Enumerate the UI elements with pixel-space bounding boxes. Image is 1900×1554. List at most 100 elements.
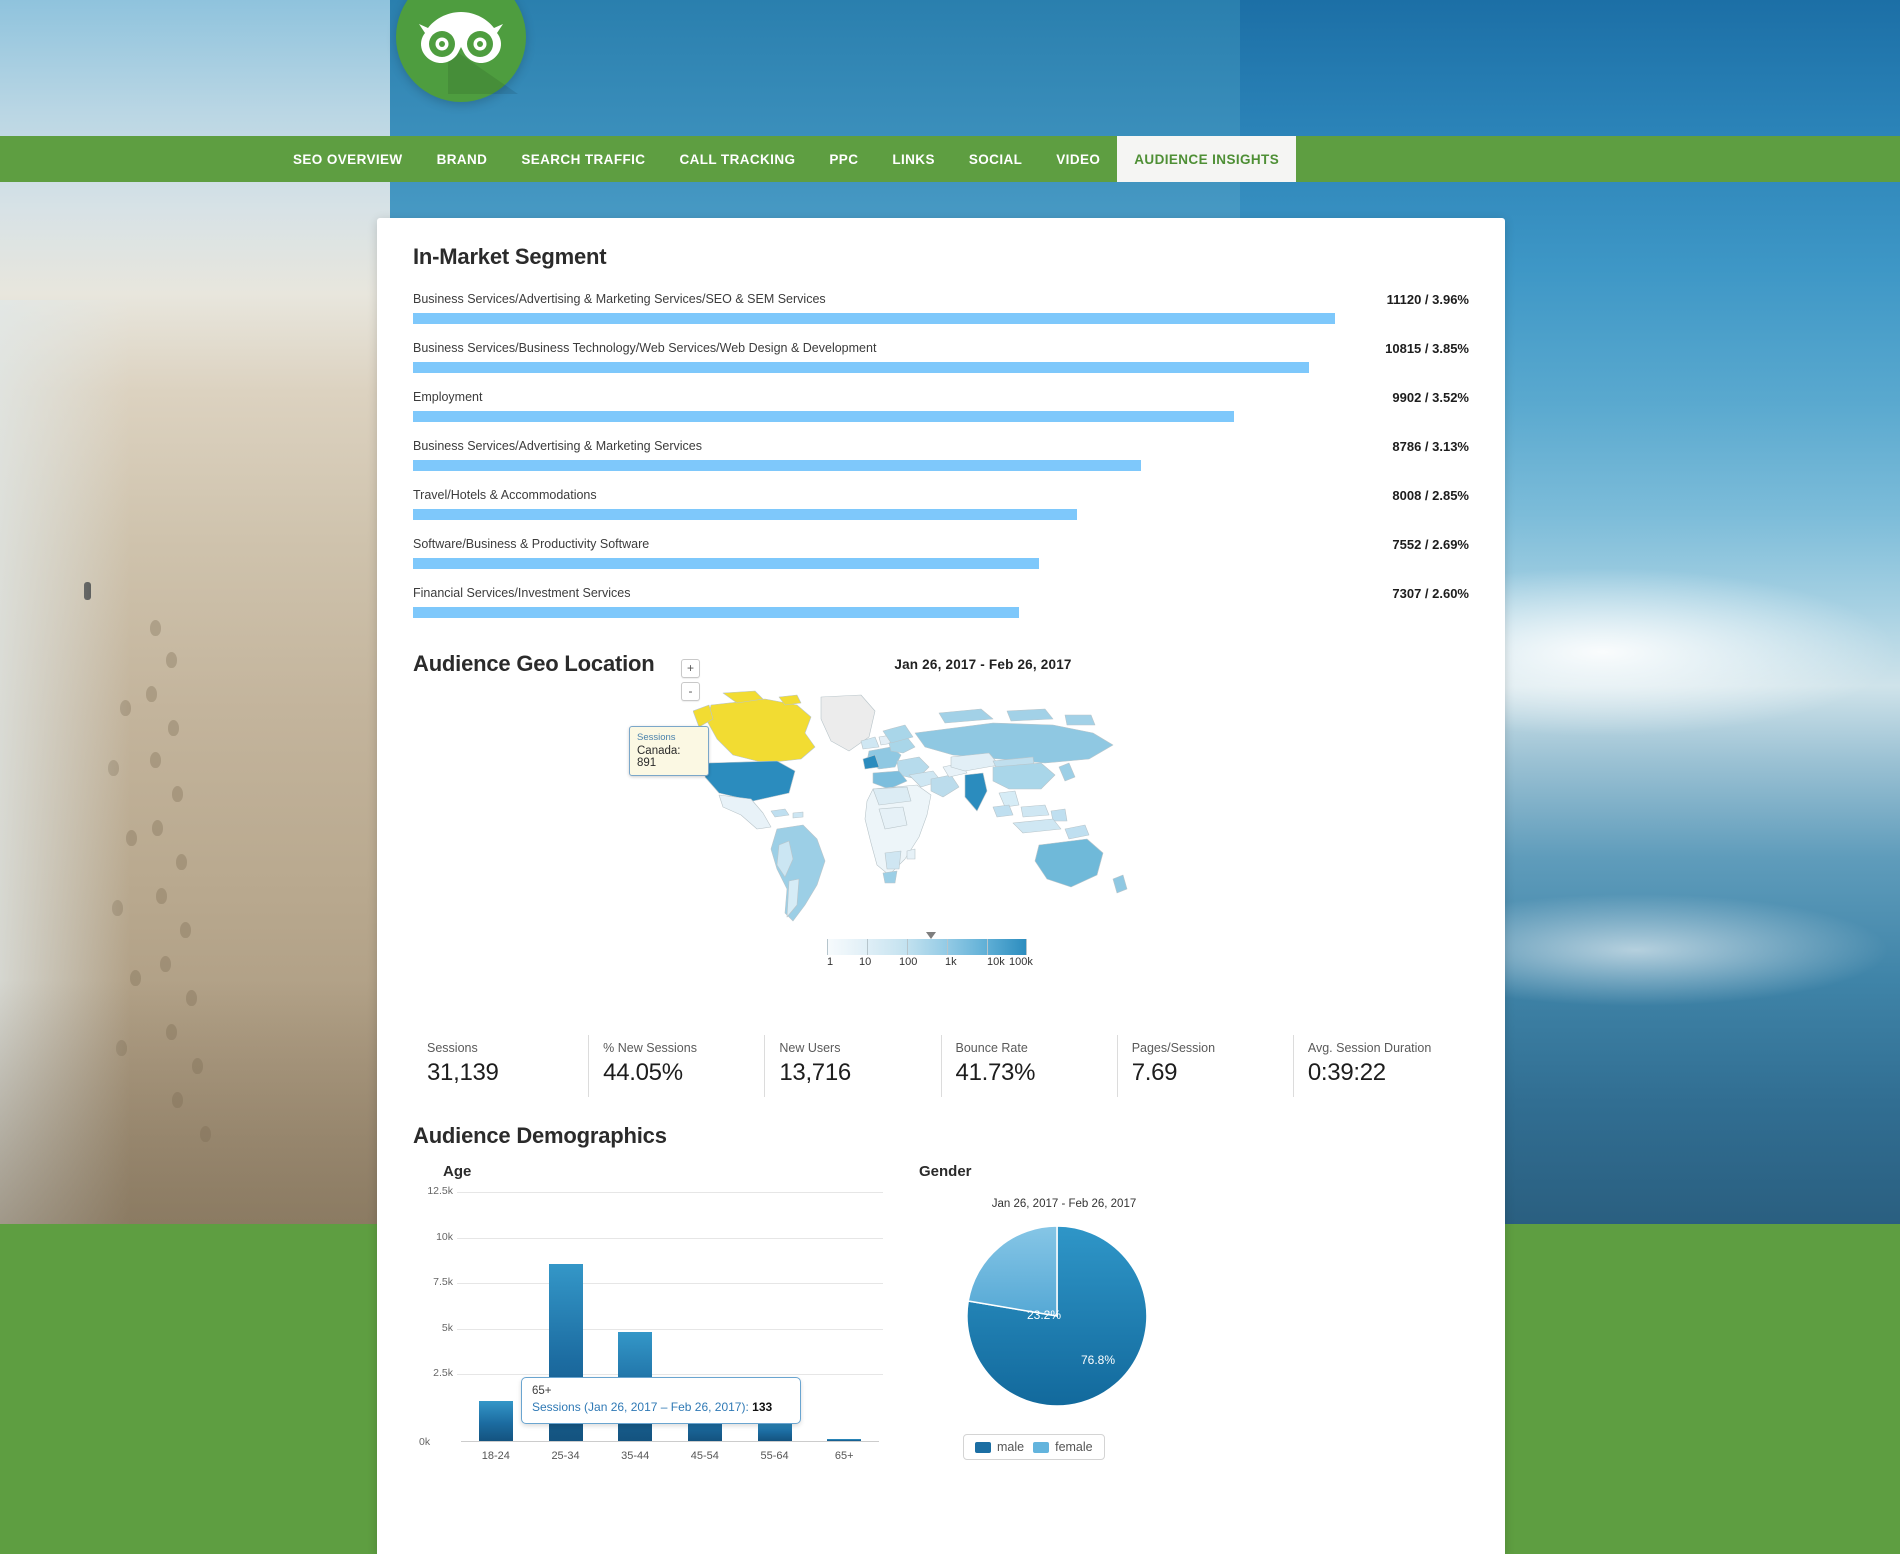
- metric-value: 44.05%: [603, 1059, 764, 1087]
- age-bar-slot[interactable]: [809, 1439, 879, 1441]
- footprint: [180, 922, 191, 938]
- footprint: [176, 854, 187, 870]
- footprint: [166, 652, 177, 668]
- in-market-row[interactable]: Travel/Hotels & Accommodations8008 / 2.8…: [413, 488, 1469, 537]
- legend-item-female[interactable]: female: [1033, 1440, 1093, 1454]
- age-y-tick: 2.5k: [413, 1367, 453, 1379]
- gender-legend: male female: [963, 1434, 1105, 1460]
- in-market-row-bar: [413, 313, 1335, 324]
- metric-label: New Users: [779, 1041, 940, 1055]
- metric-value: 13,716: [779, 1059, 940, 1087]
- metric-sessions: Sessions31,139: [413, 1035, 589, 1097]
- footprint: [156, 888, 167, 904]
- map-color-scale: 1101001k10k100k: [827, 939, 1027, 972]
- nav-item-call-tracking[interactable]: CALL TRACKING: [662, 136, 812, 182]
- in-market-row-value: 9902 / 3.52%: [1392, 390, 1469, 405]
- age-bar[interactable]: [479, 1401, 513, 1441]
- metric-value: 31,139: [427, 1059, 588, 1087]
- metric-value: 0:39:22: [1308, 1059, 1469, 1087]
- legend-swatch-female: [1033, 1442, 1049, 1453]
- age-tooltip-value: 133: [752, 1400, 772, 1414]
- audience-geo-location-section: Audience Geo Location + - Jan 26, 2017 -…: [413, 651, 1469, 1023]
- age-x-axis: [461, 1441, 879, 1442]
- map-tooltip: Sessions Canada: 891: [629, 726, 709, 776]
- world-map[interactable]: [693, 689, 1163, 934]
- in-market-row-value: 11120 / 3.96%: [1387, 292, 1469, 307]
- age-x-tick: 35-44: [600, 1450, 670, 1462]
- footprint: [108, 760, 119, 776]
- in-market-row[interactable]: Software/Business & Productivity Softwar…: [413, 537, 1469, 586]
- footprint: [126, 830, 137, 846]
- age-plot-area[interactable]: 0k 65+ Sessions (Jan 26, 2017 – Feb 26, …: [413, 1192, 883, 1442]
- in-market-row[interactable]: Employment 9902 / 3.52%: [413, 390, 1469, 439]
- footprint: [152, 820, 163, 836]
- footprint: [150, 752, 161, 768]
- nav-item-video[interactable]: VIDEO: [1039, 136, 1117, 182]
- age-chart-tooltip: 65+ Sessions (Jan 26, 2017 – Feb 26, 201…: [521, 1377, 801, 1424]
- audience-demographics-section: Audience Demographics Age 0k 65+ Session…: [413, 1123, 1469, 1453]
- scale-tick-100: 100: [899, 956, 917, 968]
- age-y-tick: 5k: [413, 1322, 453, 1334]
- in-market-row[interactable]: Business Services/Advertising & Marketin…: [413, 292, 1469, 341]
- age-y-tick: 10k: [413, 1231, 453, 1243]
- scale-gradient: [827, 939, 1027, 955]
- nav-item-social[interactable]: SOCIAL: [952, 136, 1039, 182]
- nav-item-links[interactable]: LINKS: [875, 136, 952, 182]
- nav-item-seo-overview[interactable]: SEO OVERVIEW: [276, 136, 420, 182]
- scale-tick-10k: 10k: [987, 956, 1005, 968]
- age-y-tick: 12.5k: [413, 1185, 453, 1197]
- in-market-row-label: Business Services/Business Technology/We…: [413, 341, 876, 355]
- in-market-segment-list: Business Services/Advertising & Marketin…: [413, 292, 1469, 635]
- scale-tick-1k: 1k: [945, 956, 957, 968]
- nav-item-search-traffic[interactable]: SEARCH TRAFFIC: [504, 136, 662, 182]
- scale-tick-labels: 1101001k10k100k: [827, 956, 1027, 972]
- in-market-row-bar: [413, 460, 1141, 471]
- metrics-row: Sessions31,139% New Sessions44.05%New Us…: [413, 1035, 1469, 1097]
- age-x-tick: 18-24: [461, 1450, 531, 1462]
- in-market-row-bar: [413, 607, 1019, 618]
- metric-value: 41.73%: [956, 1059, 1117, 1087]
- metric-new-users: New Users 13,716: [765, 1035, 941, 1097]
- footprint: [160, 956, 171, 972]
- dashboard-card: In-Market Segment Business Services/Adve…: [377, 218, 1505, 1554]
- wet-sand-layer: [0, 980, 390, 1225]
- age-gridline: [457, 1192, 883, 1193]
- nav-items-container: SEO OVERVIEWBRANDSEARCH TRAFFICCALL TRAC…: [276, 136, 1296, 182]
- scale-tick-100k: 100k: [1009, 956, 1033, 968]
- scale-tick-1: 1: [827, 956, 833, 968]
- age-x-tick: 25-34: [531, 1450, 601, 1462]
- footprint: [146, 686, 157, 702]
- scale-marker-icon: [926, 932, 936, 939]
- in-market-row-value: 8786 / 3.13%: [1392, 439, 1469, 454]
- pie-label-female: 23.2%: [1027, 1308, 1061, 1322]
- legend-item-male[interactable]: male: [975, 1440, 1024, 1454]
- in-market-row[interactable]: Financial Services/Investment Services73…: [413, 586, 1469, 635]
- in-market-row-bar: [413, 509, 1077, 520]
- metric--new-sessions: % New Sessions 44.05%: [589, 1035, 765, 1097]
- in-market-row[interactable]: Business Services/Advertising & Marketin…: [413, 439, 1469, 488]
- scale-tick-10: 10: [859, 956, 871, 968]
- gender-pie[interactable]: 23.2% 76.8%: [919, 1220, 1209, 1420]
- in-market-row[interactable]: Business Services/Business Technology/We…: [413, 341, 1469, 390]
- metric-bounce-rate: Bounce Rate41.73%: [942, 1035, 1118, 1097]
- footprint: [112, 900, 123, 916]
- metric-label: % New Sessions: [603, 1041, 764, 1055]
- gender-chart: Gender Jan 26, 2017 - Feb 26, 2017: [919, 1163, 1339, 1460]
- demographics-title: Audience Demographics: [413, 1123, 1469, 1149]
- age-x-labels: 18-2425-3435-4445-5455-6465+: [461, 1450, 879, 1462]
- map-zoom-in-button[interactable]: +: [681, 659, 700, 678]
- in-market-row-value: 8008 / 2.85%: [1392, 488, 1469, 503]
- nav-item-brand[interactable]: BRAND: [420, 136, 505, 182]
- footprint: [168, 720, 179, 736]
- legend-label: female: [1055, 1440, 1093, 1454]
- age-tooltip-metric: Sessions (Jan 26, 2017 – Feb 26, 2017):: [532, 1400, 749, 1414]
- in-market-title: In-Market Segment: [413, 244, 1469, 270]
- metric-avg-session-duration: Avg. Session Duration0:39:22: [1294, 1035, 1469, 1097]
- in-market-row-bar: [413, 411, 1234, 422]
- nav-item-ppc[interactable]: PPC: [812, 136, 875, 182]
- person-on-beach: [84, 582, 91, 600]
- in-market-row-label: Employment: [413, 390, 482, 404]
- nav-item-audience-insights[interactable]: AUDIENCE INSIGHTS: [1117, 136, 1296, 182]
- age-bar[interactable]: [827, 1439, 861, 1441]
- footprint: [172, 786, 183, 802]
